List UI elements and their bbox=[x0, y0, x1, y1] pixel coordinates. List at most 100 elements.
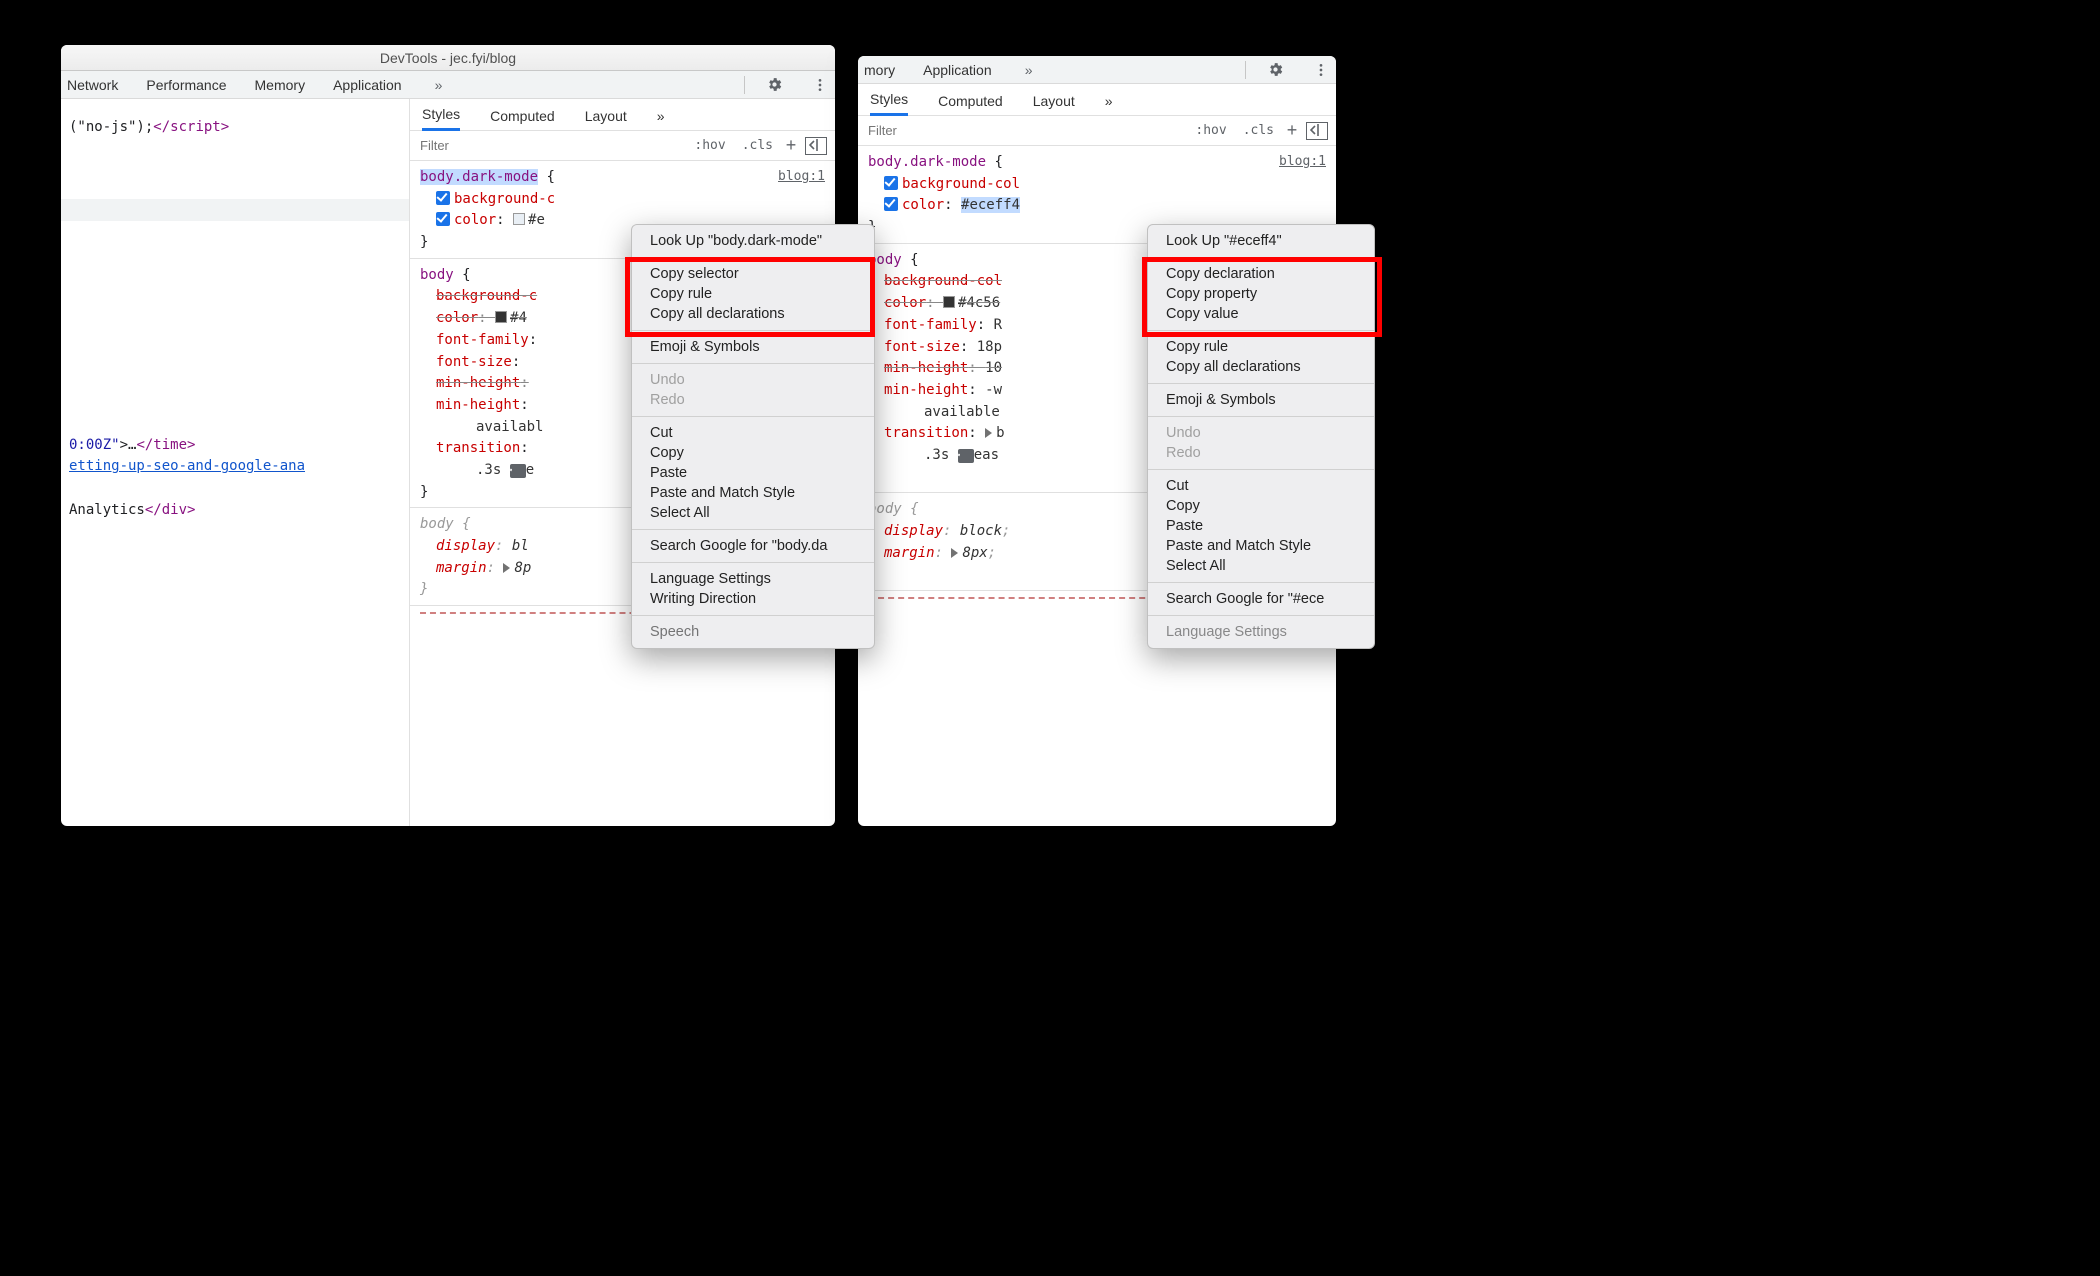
menu-copy-all-declarations[interactable]: Copy all declarations bbox=[1148, 357, 1374, 377]
easing-editor-icon[interactable]: ↗ bbox=[510, 464, 526, 478]
menu-speech[interactable]: Speech bbox=[632, 622, 874, 642]
computed-pane-toggle-icon[interactable] bbox=[1306, 122, 1328, 140]
rule-selector[interactable]: body.dark-mode bbox=[868, 154, 986, 170]
css-prop[interactable]: transition bbox=[884, 425, 968, 441]
css-prop[interactable]: display bbox=[436, 538, 495, 554]
menu-language-settings[interactable]: Language Settings bbox=[632, 569, 874, 589]
hov-toggle[interactable]: :hov bbox=[1187, 123, 1234, 138]
menu-copy-rule[interactable]: Copy rule bbox=[632, 284, 874, 304]
css-prop[interactable]: min-height bbox=[436, 397, 520, 413]
css-prop[interactable]: background-c bbox=[436, 288, 537, 304]
css-prop[interactable]: color bbox=[454, 212, 496, 228]
css-prop[interactable]: font-family bbox=[436, 332, 529, 348]
css-prop[interactable]: background-c bbox=[454, 191, 555, 207]
menu-copy[interactable]: Copy bbox=[632, 443, 874, 463]
css-prop[interactable]: min-height bbox=[884, 382, 968, 398]
declaration-checkbox[interactable] bbox=[436, 212, 450, 226]
rule-source-link[interactable]: blog:1 bbox=[778, 167, 825, 187]
css-prop[interactable]: display bbox=[884, 523, 943, 539]
tab-application[interactable]: Application bbox=[923, 62, 992, 78]
css-prop[interactable]: font-size bbox=[884, 339, 960, 355]
cls-toggle[interactable]: .cls bbox=[1235, 123, 1282, 138]
new-style-button[interactable]: + bbox=[1282, 121, 1302, 141]
rule-selector[interactable]: body bbox=[420, 516, 454, 532]
color-swatch-icon[interactable] bbox=[495, 311, 507, 323]
css-value[interactable]: available bbox=[924, 404, 1000, 420]
tab-memory[interactable]: Memory bbox=[255, 77, 306, 93]
styles-tab-layout[interactable]: Layout bbox=[1033, 93, 1075, 115]
menu-writing-direction[interactable]: Writing Direction bbox=[632, 589, 874, 609]
css-value[interactable]: bl bbox=[512, 538, 529, 554]
css-prop[interactable]: margin bbox=[436, 560, 487, 576]
css-prop[interactable]: background-col bbox=[884, 273, 1002, 289]
kebab-icon[interactable] bbox=[1312, 61, 1330, 79]
menu-look-up[interactable]: Look Up "#eceff4" bbox=[1148, 231, 1374, 251]
menu-copy-selector[interactable]: Copy selector bbox=[632, 264, 874, 284]
css-value[interactable]: #4 bbox=[510, 310, 527, 326]
css-value[interactable]: 10 bbox=[985, 360, 1002, 376]
css-value[interactable]: #e bbox=[528, 212, 545, 228]
rule-selector[interactable]: body bbox=[420, 267, 454, 283]
tab-application[interactable]: Application bbox=[333, 77, 402, 93]
new-style-button[interactable]: + bbox=[781, 136, 801, 156]
context-menu-selector[interactable]: Look Up "body.dark-mode" Copy selector C… bbox=[631, 224, 875, 649]
styles-filter-input[interactable] bbox=[410, 138, 686, 153]
styles-tab-computed[interactable]: Computed bbox=[490, 108, 555, 130]
menu-copy-all-declarations[interactable]: Copy all declarations bbox=[632, 304, 874, 324]
declaration-checkbox[interactable] bbox=[884, 176, 898, 190]
css-prop[interactable]: color bbox=[902, 197, 944, 213]
css-value[interactable]: -w bbox=[985, 382, 1002, 398]
menu-redo[interactable]: Redo bbox=[1148, 443, 1374, 463]
menu-copy-rule[interactable]: Copy rule bbox=[1148, 337, 1374, 357]
styles-filter-input[interactable] bbox=[858, 123, 1187, 138]
menu-copy-declaration[interactable]: Copy declaration bbox=[1148, 264, 1374, 284]
css-value[interactable]: e bbox=[526, 462, 534, 478]
computed-pane-toggle-icon[interactable] bbox=[805, 137, 827, 155]
css-value[interactable]: availabl bbox=[476, 419, 543, 435]
menu-undo[interactable]: Undo bbox=[632, 370, 874, 390]
css-value[interactable]: 8p bbox=[514, 560, 531, 576]
tabs-overflow-icon[interactable]: » bbox=[1020, 61, 1038, 79]
gear-icon[interactable] bbox=[1266, 61, 1284, 79]
kebab-icon[interactable] bbox=[811, 76, 829, 94]
declaration-checkbox[interactable] bbox=[436, 191, 450, 205]
css-value[interactable]: 18p bbox=[977, 339, 1002, 355]
css-prop[interactable]: font-size bbox=[436, 354, 512, 370]
rule-source-link[interactable]: blog:1 bbox=[1279, 152, 1326, 172]
styles-tab-styles[interactable]: Styles bbox=[422, 106, 460, 131]
styles-tab-layout[interactable]: Layout bbox=[585, 108, 627, 130]
menu-redo[interactable]: Redo bbox=[632, 390, 874, 410]
menu-paste-match[interactable]: Paste and Match Style bbox=[1148, 536, 1374, 556]
easing-editor-icon[interactable]: ↗ bbox=[958, 449, 974, 463]
menu-copy-property[interactable]: Copy property bbox=[1148, 284, 1374, 304]
code-link[interactable]: etting-up-seo-and-google-ana bbox=[69, 458, 305, 474]
gear-icon[interactable] bbox=[765, 76, 783, 94]
css-value[interactable]: block bbox=[960, 523, 1002, 539]
menu-paste[interactable]: Paste bbox=[632, 463, 874, 483]
menu-cut[interactable]: Cut bbox=[632, 423, 874, 443]
menu-cut[interactable]: Cut bbox=[1148, 476, 1374, 496]
css-value[interactable]: .3s bbox=[924, 447, 949, 463]
menu-search-google[interactable]: Search Google for "#ece bbox=[1148, 589, 1374, 609]
css-prop[interactable]: margin bbox=[884, 545, 935, 561]
rule-selector[interactable]: body.dark-mode bbox=[420, 169, 538, 185]
css-prop[interactable]: color bbox=[436, 310, 478, 326]
css-value[interactable]: #4c56 bbox=[958, 295, 1000, 311]
menu-search-google[interactable]: Search Google for "body.da bbox=[632, 536, 874, 556]
css-value[interactable]: eas bbox=[974, 447, 999, 463]
hov-toggle[interactable]: :hov bbox=[686, 138, 733, 153]
css-prop[interactable]: min-height bbox=[436, 375, 520, 391]
css-prop[interactable]: background-col bbox=[902, 176, 1020, 192]
styles-tab-computed[interactable]: Computed bbox=[938, 93, 1003, 115]
expand-triangle-icon[interactable] bbox=[985, 428, 992, 438]
tab-performance[interactable]: Performance bbox=[146, 77, 226, 93]
menu-select-all[interactable]: Select All bbox=[1148, 556, 1374, 576]
styles-tab-styles[interactable]: Styles bbox=[870, 91, 908, 116]
menu-copy-value[interactable]: Copy value bbox=[1148, 304, 1374, 324]
menu-emoji[interactable]: Emoji & Symbols bbox=[1148, 390, 1374, 410]
elements-source-pane[interactable]: ("no-js");</script> 0:00Z">…</time> etti… bbox=[61, 99, 409, 826]
css-prop[interactable]: transition bbox=[436, 440, 520, 456]
css-value[interactable]: b bbox=[996, 425, 1004, 441]
context-menu-value[interactable]: Look Up "#eceff4" Copy declaration Copy … bbox=[1147, 224, 1375, 649]
css-prop[interactable]: color bbox=[884, 295, 926, 311]
